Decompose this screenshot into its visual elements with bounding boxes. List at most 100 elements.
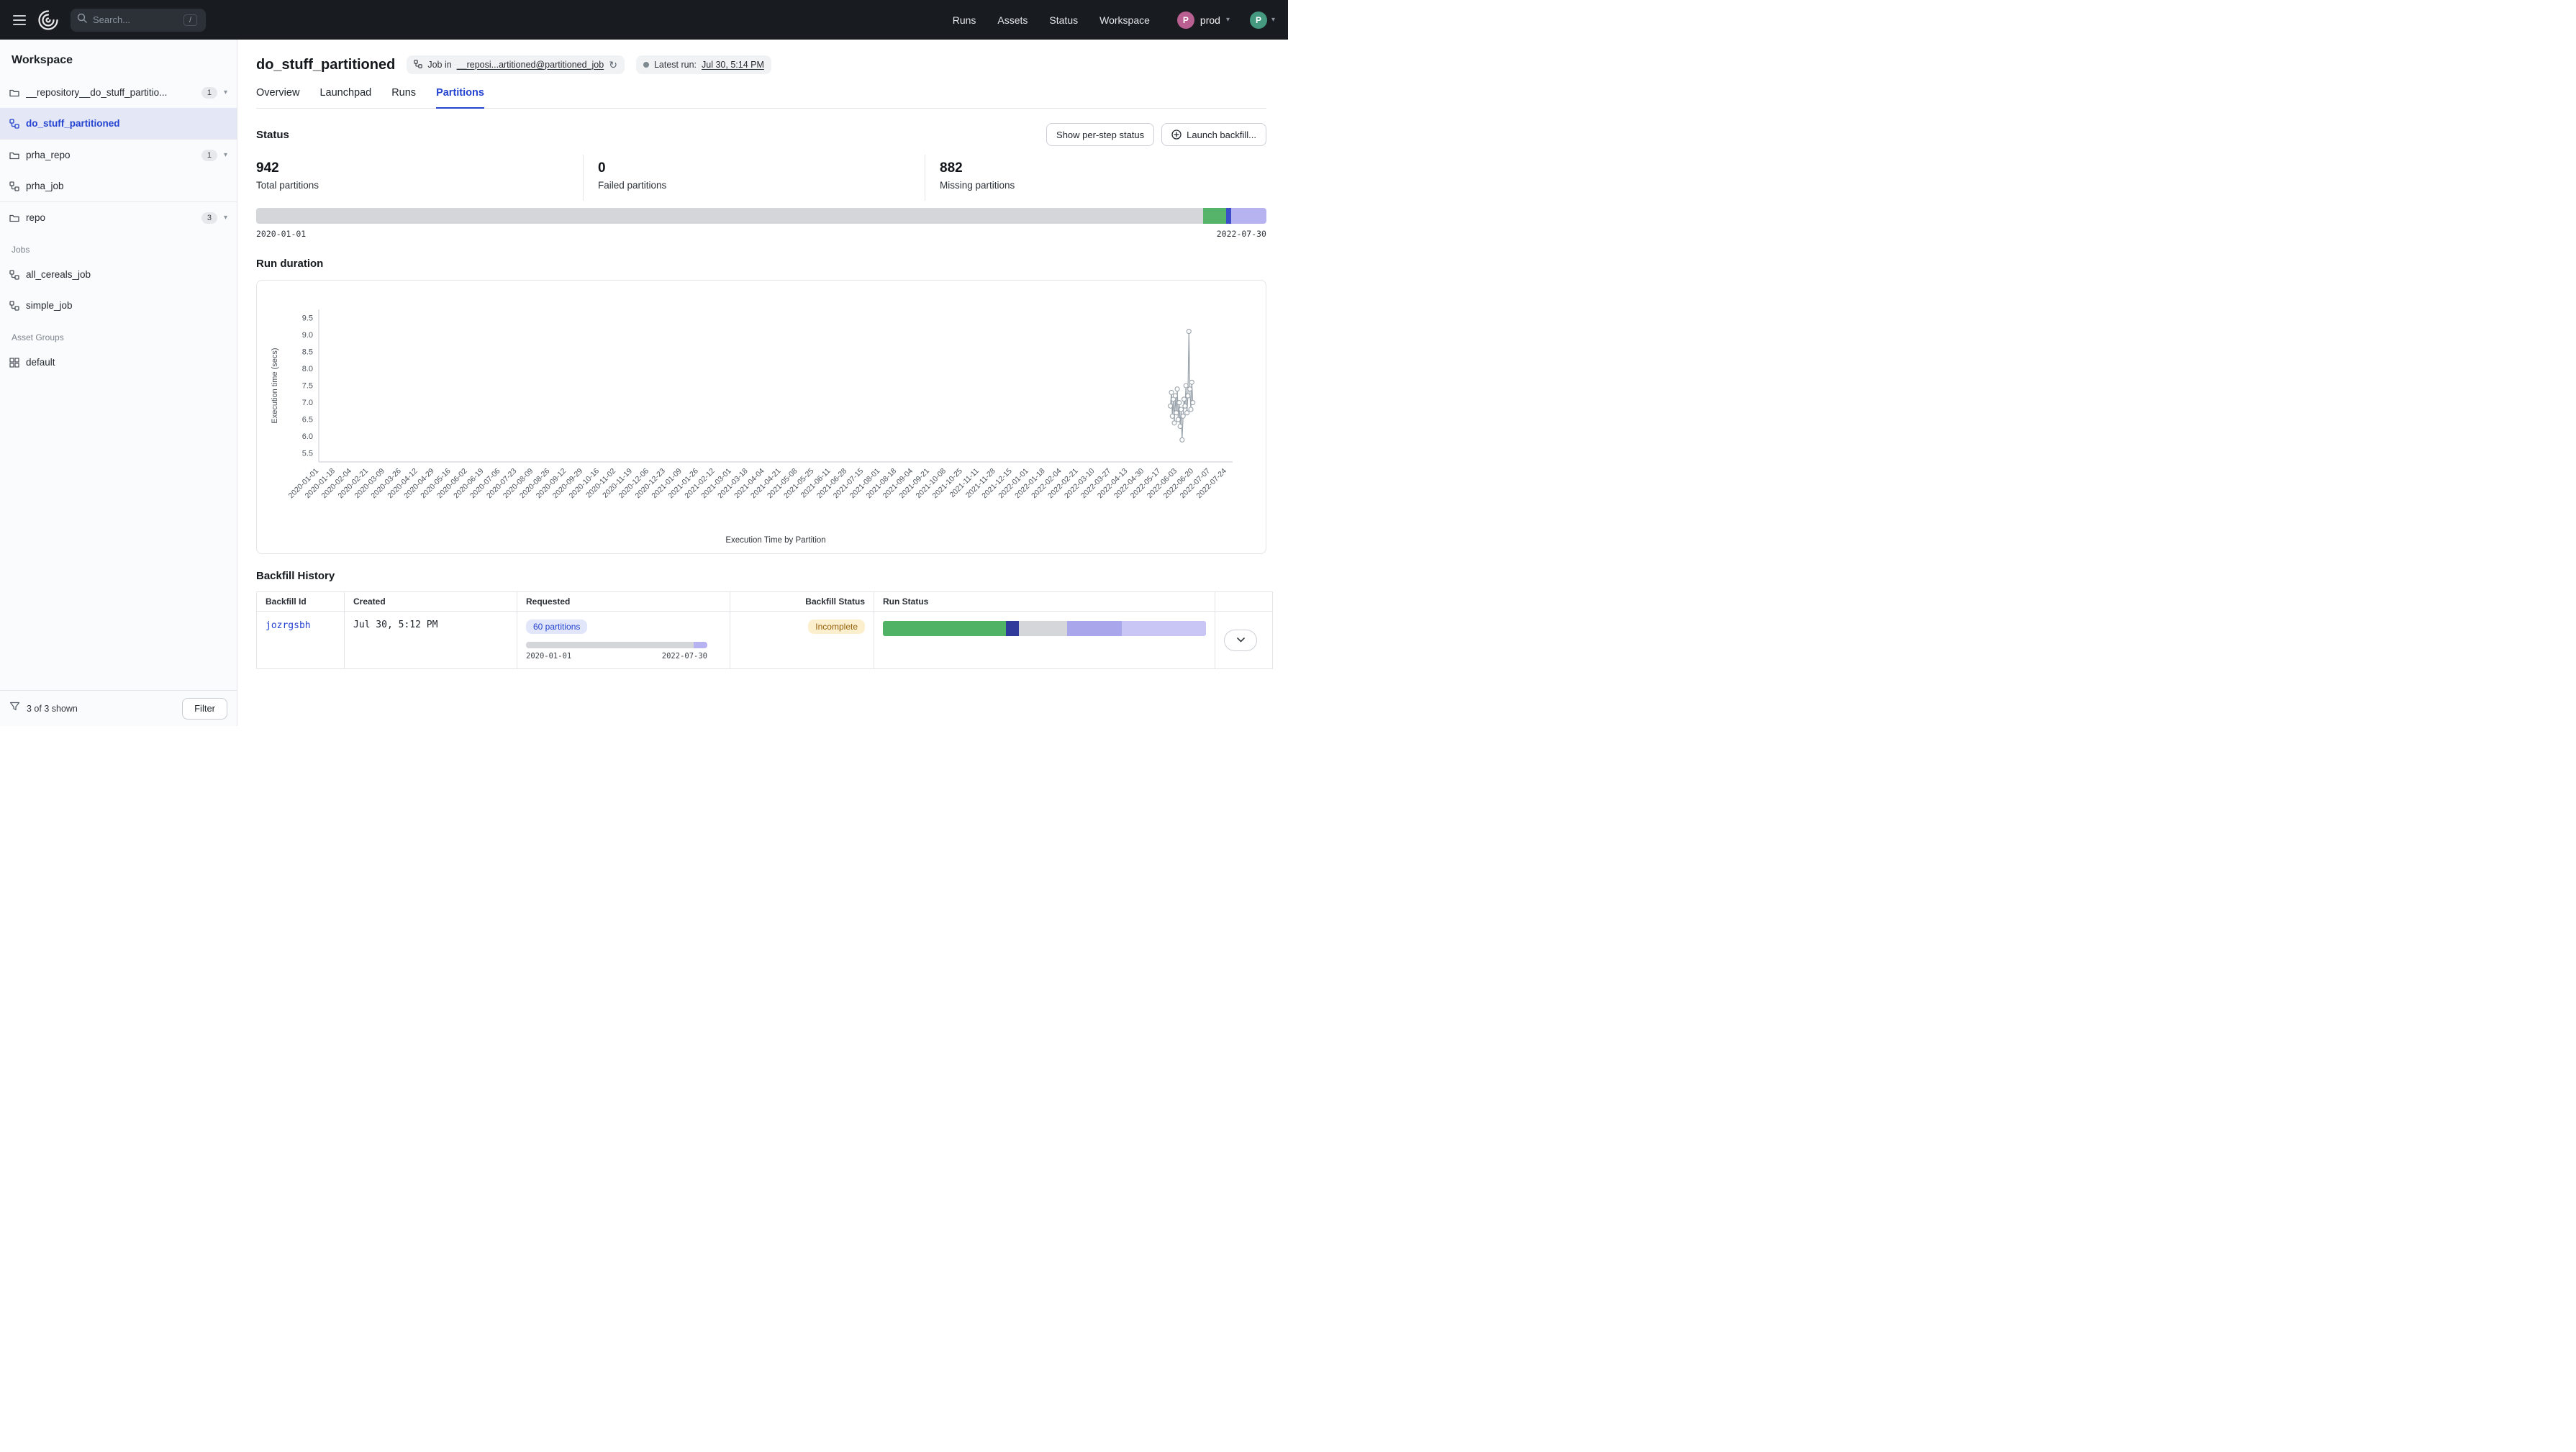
sidebar-item-prha-job[interactable]: prha_job <box>0 171 237 201</box>
tab-launchpad[interactable]: Launchpad <box>319 87 371 108</box>
chevron-down-icon[interactable]: ▾ <box>224 89 227 96</box>
sidebar-title: Workspace <box>0 40 237 77</box>
col-run-status: Run Status <box>874 592 1215 612</box>
backfill-id-link[interactable]: jozrgsbh <box>266 620 311 631</box>
sidebar-repo-repo[interactable]: repo 3 ▾ <box>0 202 237 233</box>
top-navbar: / Runs Assets Status Workspace P prod ▾ … <box>0 0 1288 40</box>
svg-text:8.0: 8.0 <box>302 365 313 373</box>
backfill-requested-cell: 60 partitions 2020-01-01 2022-07-30 <box>517 612 730 669</box>
search-shortcut-key: / <box>183 14 197 26</box>
job-origin-link[interactable]: __reposi...artitioned@partitioned_job <box>457 60 604 70</box>
col-requested: Requested <box>517 592 730 612</box>
run-status-bar <box>883 621 1206 636</box>
backfill-status-badge: Incomplete <box>808 620 865 634</box>
range-start: 2020-01-01 <box>256 229 306 239</box>
chevron-down-icon[interactable]: ▾ <box>224 214 227 222</box>
latest-run-label: Latest run: <box>654 60 697 70</box>
chevron-down-icon: ▾ <box>1271 16 1275 24</box>
folder-icon <box>9 150 19 160</box>
backfill-created: Jul 30, 5:12 PM <box>345 612 517 669</box>
dagster-logo[interactable] <box>37 9 59 31</box>
svg-text:6.0: 6.0 <box>302 432 313 441</box>
repo-count-badge: 1 <box>201 87 217 99</box>
reload-icon[interactable]: ↻ <box>609 60 617 70</box>
tab-runs[interactable]: Runs <box>391 87 416 108</box>
run-duration-heading: Run duration <box>256 258 1266 270</box>
backfill-history-table: Backfill Id Created Requested Backfill S… <box>256 591 1273 669</box>
job-origin-chip: Job in __reposi...artitioned@partitioned… <box>407 55 625 74</box>
sidebar-item-do-stuff-partitioned[interactable]: do_stuff_partitioned <box>0 108 237 139</box>
stat-failed-partitions: 0 Failed partitions <box>583 155 925 201</box>
nav-link-workspace[interactable]: Workspace <box>1099 14 1150 26</box>
svg-text:7.0: 7.0 <box>302 399 313 407</box>
sidebar-repo-prha-repo[interactable]: prha_repo 1 ▾ <box>0 140 237 171</box>
status-section-header: Status Show per-step status Launch backf… <box>256 123 1266 146</box>
partition-status-bar[interactable] <box>256 208 1266 224</box>
tab-partitions[interactable]: Partitions <box>436 87 484 109</box>
nav-link-runs[interactable]: Runs <box>953 14 976 26</box>
svg-text:Execution Time by Partition: Execution Time by Partition <box>725 536 825 545</box>
repo-label: repo <box>26 212 195 223</box>
hamburger-menu-icon[interactable] <box>13 15 26 25</box>
workspace-sidebar: Workspace __repository__do_stuff_partiti… <box>0 40 237 726</box>
job-label: simple_job <box>26 300 227 311</box>
launch-backfill-button[interactable]: Launch backfill... <box>1161 123 1266 146</box>
repo-label: prha_repo <box>26 150 195 160</box>
chevron-down-icon[interactable]: ▾ <box>224 151 227 159</box>
svg-text:9.5: 9.5 <box>302 314 313 322</box>
run-status-cell <box>874 612 1215 669</box>
show-per-step-status-button[interactable]: Show per-step status <box>1046 123 1154 146</box>
col-backfill-id: Backfill Id <box>257 592 345 612</box>
global-search: / <box>71 9 206 32</box>
folder-icon <box>9 88 19 98</box>
sidebar-item-all-cereals-job[interactable]: all_cereals_job <box>0 259 237 290</box>
sidebar-footer: 3 of 3 shown Filter <box>0 690 237 726</box>
deployment-switcher[interactable]: P prod ▾ <box>1177 12 1230 29</box>
nav-link-assets[interactable]: Assets <box>997 14 1028 26</box>
col-actions <box>1215 592 1273 612</box>
stat-missing-partitions: 882 Missing partitions <box>925 155 1266 201</box>
requested-partitions-bar <box>526 642 707 648</box>
svg-text:8.5: 8.5 <box>302 348 313 356</box>
sidebar-section-asset-groups: Asset Groups <box>0 321 237 347</box>
sidebar-repo-do-stuff[interactable]: __repository__do_stuff_partitio... 1 ▾ <box>0 77 237 108</box>
latest-run-time-link[interactable]: Jul 30, 5:14 PM <box>702 60 764 70</box>
filter-funnel-icon <box>9 702 20 715</box>
svg-text:7.5: 7.5 <box>302 382 313 391</box>
page-title: do_stuff_partitioned <box>256 57 395 73</box>
search-icon <box>77 13 87 27</box>
job-label: prha_job <box>26 181 227 191</box>
requested-partitions-chip[interactable]: 60 partitions <box>526 620 587 634</box>
row-expand-button[interactable] <box>1224 630 1257 651</box>
run-status-dot-icon <box>643 62 649 68</box>
job-icon <box>9 119 19 129</box>
page-header: do_stuff_partitioned Job in __reposi...a… <box>256 40 1266 74</box>
job-icon <box>9 181 19 191</box>
run-duration-chart: 5.56.06.57.07.58.08.59.09.52020-01-01202… <box>256 280 1266 554</box>
repo-label: __repository__do_stuff_partitio... <box>26 87 195 98</box>
deployment-label: prod <box>1200 14 1220 26</box>
main-content: do_stuff_partitioned Job in __reposi...a… <box>237 40 1288 726</box>
partition-range-labels: 2020-01-01 2022-07-30 <box>256 229 1266 239</box>
shown-count: 3 of 3 shown <box>27 704 78 714</box>
job-icon <box>414 60 422 71</box>
sidebar-item-simple-job[interactable]: simple_job <box>0 290 237 321</box>
sidebar-item-default-asset-group[interactable]: default <box>0 347 237 378</box>
nav-link-status[interactable]: Status <box>1049 14 1078 26</box>
table-header-row: Backfill Id Created Requested Backfill S… <box>257 592 1273 612</box>
repo-count-badge: 1 <box>201 150 217 161</box>
repo-count-badge: 3 <box>201 212 217 224</box>
tab-overview[interactable]: Overview <box>256 87 299 108</box>
filter-button[interactable]: Filter <box>182 698 227 720</box>
stat-total-partitions: 942 Total partitions <box>256 155 583 201</box>
col-created: Created <box>345 592 517 612</box>
partition-stats: 942 Total partitions 0 Failed partitions… <box>256 155 1266 201</box>
job-label: do_stuff_partitioned <box>26 118 227 129</box>
search-input[interactable] <box>93 14 178 25</box>
job-icon <box>9 270 19 280</box>
svg-text:5.5: 5.5 <box>302 450 313 458</box>
col-backfill-status: Backfill Status <box>730 592 874 612</box>
deployment-avatar: P <box>1177 12 1194 29</box>
job-origin-prefix: Job in <box>427 60 451 70</box>
user-menu[interactable]: P ▾ <box>1250 12 1275 29</box>
